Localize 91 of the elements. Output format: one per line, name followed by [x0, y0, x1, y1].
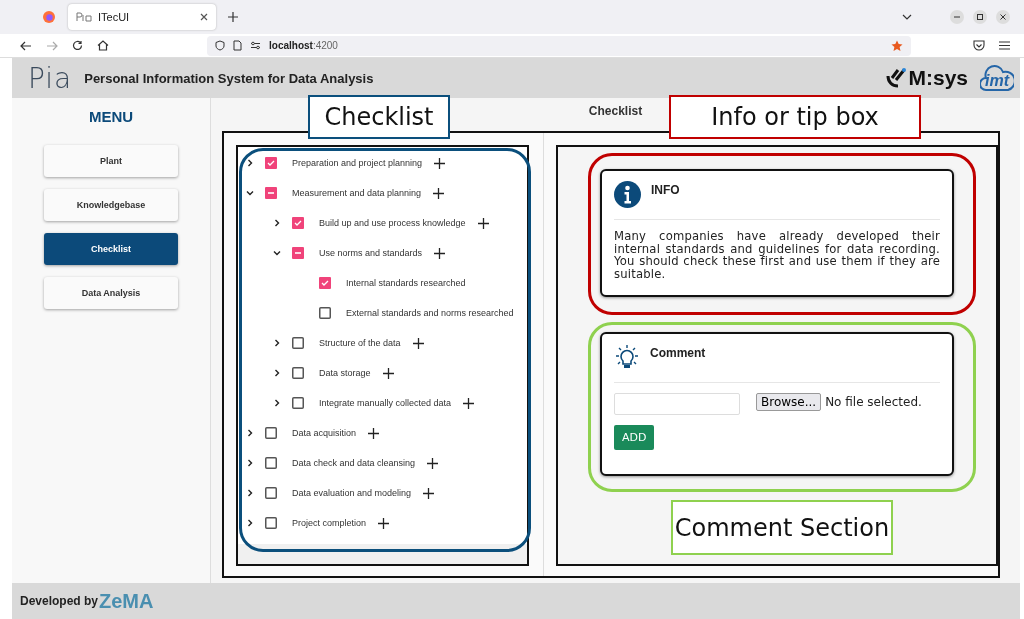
minimize-icon[interactable] [950, 10, 964, 24]
partner-logo: imt [980, 64, 1014, 92]
add-icon[interactable] [477, 217, 489, 229]
lightbulb-icon [614, 344, 640, 370]
menu-button[interactable]: Plant [44, 145, 178, 177]
chevron-right-icon[interactable] [246, 429, 254, 437]
chevron-right-icon[interactable] [273, 219, 281, 227]
chevron-right-icon[interactable] [273, 369, 281, 377]
home-icon[interactable] [97, 40, 109, 51]
checklist-item[interactable]: Data acquisition [292, 428, 357, 438]
chevron-right-icon[interactable] [246, 519, 254, 527]
chevron-right-icon[interactable] [246, 459, 254, 467]
app-title: Personal Information System for Data Analysis [84, 70, 374, 86]
close-icon[interactable] [996, 10, 1010, 24]
checklist-item[interactable]: Project completion [292, 518, 367, 528]
checkbox[interactable] [292, 217, 304, 229]
menu-button[interactable]: Checklist [44, 233, 178, 265]
chevron-right-icon[interactable] [246, 489, 254, 497]
checkbox[interactable] [292, 337, 304, 349]
app-logo: Pia [28, 61, 73, 95]
info-icon [614, 181, 641, 208]
firefox-icon[interactable] [42, 10, 56, 24]
checkbox[interactable] [319, 277, 331, 289]
back-icon[interactable] [20, 40, 32, 51]
chevron-down-icon[interactable] [902, 14, 912, 20]
pocket-icon[interactable] [973, 40, 985, 51]
add-icon[interactable] [463, 397, 475, 409]
annotation-label: Comment Section [671, 500, 893, 555]
page-icon [233, 40, 242, 51]
add-icon[interactable] [412, 337, 424, 349]
checkbox[interactable] [265, 517, 277, 529]
menu-button[interactable]: Data Analysis [44, 277, 178, 309]
checkbox[interactable] [265, 487, 277, 499]
info-text: Many companies have already developed their internal standards and guidelines for data recording. You should check these first and use them if they are suitable. [614, 230, 940, 280]
permissions-icon [250, 41, 261, 50]
maximize-icon[interactable] [973, 10, 987, 24]
info-title: INFO [651, 183, 680, 199]
menu-title: MENU [88, 108, 134, 125]
file-status: No file selected. [825, 395, 922, 409]
annotation-label: Checklist [308, 95, 450, 139]
add-icon[interactable] [433, 187, 445, 199]
browse-button[interactable]: Browse... [756, 393, 822, 411]
close-icon[interactable] [200, 13, 208, 21]
add-icon[interactable] [368, 427, 380, 439]
footer-text: Developed by [20, 594, 99, 608]
chevron-right-icon[interactable] [246, 159, 254, 167]
new-tab-icon[interactable] [228, 12, 238, 22]
browser-tab[interactable]: ITecUI [68, 4, 216, 30]
chevron-right-icon[interactable] [273, 399, 281, 407]
add-icon[interactable] [423, 487, 435, 499]
chevron-down-icon[interactable] [246, 189, 254, 197]
comment-title: Comment [650, 346, 706, 362]
add-icon[interactable] [427, 457, 439, 469]
add-icon[interactable] [434, 157, 446, 169]
shield-icon [215, 40, 225, 51]
star-icon[interactable] [891, 39, 903, 52]
checkbox[interactable] [292, 367, 304, 379]
checklist-item[interactable]: Data check and data cleansing [292, 458, 416, 468]
chevron-right-icon[interactable] [273, 339, 281, 347]
favicon-icon [76, 12, 92, 22]
add-icon[interactable] [382, 367, 394, 379]
checkbox[interactable] [265, 457, 277, 469]
checklist-item[interactable]: Data storage [319, 368, 371, 378]
checklist-item[interactable]: Use norms and standards [319, 248, 423, 258]
checkbox[interactable] [292, 397, 304, 409]
checkbox[interactable] [265, 427, 277, 439]
partner-logo: M:sys [886, 66, 968, 90]
zema-logo: ZeMA [99, 589, 154, 613]
reload-icon[interactable] [72, 40, 83, 51]
add-button[interactable]: ADD [614, 425, 655, 450]
checklist-item[interactable]: Structure of the data [319, 338, 401, 348]
address-bar[interactable]: localhost:4200 [207, 35, 911, 56]
menu-button[interactable]: Knowledgebase [44, 189, 178, 221]
checklist-item[interactable]: Data evaluation and modeling [292, 488, 412, 498]
checkbox[interactable] [319, 307, 331, 319]
checklist-item[interactable]: Internal standards researched [346, 278, 466, 288]
menu-icon[interactable] [999, 41, 1010, 50]
checklist-item[interactable]: Build up and use process knowledge [319, 218, 466, 228]
checklist-item[interactable]: Preparation and project planning [292, 158, 423, 168]
comment-input[interactable] [614, 393, 740, 415]
chevron-down-icon[interactable] [273, 249, 281, 257]
checkbox[interactable] [265, 157, 277, 169]
checklist-item[interactable]: Integrate manually collected data [319, 398, 452, 408]
checkbox[interactable] [265, 187, 277, 199]
page-title: Checklist [588, 104, 643, 118]
checklist-item[interactable]: Measurement and data planning [292, 188, 422, 198]
add-icon[interactable] [434, 247, 446, 259]
annotation-label: Info or tip box [669, 95, 921, 139]
checkbox[interactable] [292, 247, 304, 259]
checklist-item[interactable]: External standards and norms researched [346, 308, 514, 318]
add-icon[interactable] [378, 517, 390, 529]
